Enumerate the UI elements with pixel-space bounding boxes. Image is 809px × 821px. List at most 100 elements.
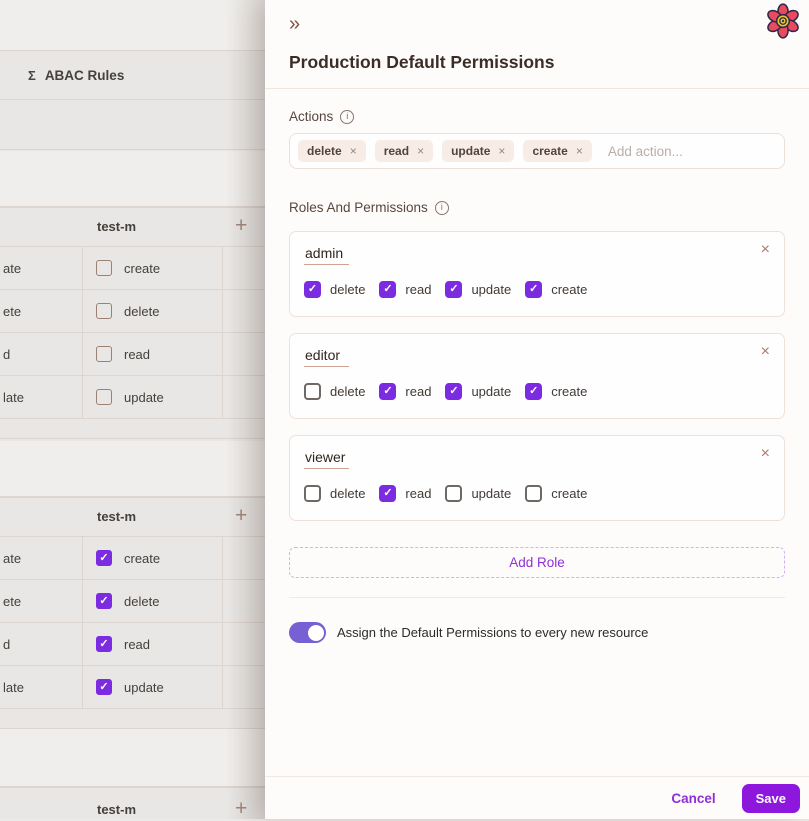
title-divider: [265, 88, 809, 89]
permission-option[interactable]: delete: [304, 281, 365, 298]
row-label: delete: [124, 594, 160, 609]
cancel-button[interactable]: Cancel: [665, 790, 721, 807]
permission-label: update: [471, 486, 512, 501]
row-cut-label: ate: [3, 261, 22, 276]
permission-option[interactable]: update: [445, 485, 511, 502]
table-title: test-m: [97, 219, 137, 234]
role-name-input[interactable]: admin: [304, 243, 349, 265]
checkbox[interactable]: [379, 485, 397, 502]
permission-label: read: [405, 384, 432, 399]
row-label: read: [124, 347, 151, 362]
permission-option[interactable]: read: [379, 281, 431, 298]
checkbox[interactable]: [525, 485, 543, 502]
add-action-input[interactable]: [605, 142, 787, 160]
toggle-label: Assign the Default Permissions to every …: [337, 625, 649, 640]
permission-option[interactable]: create: [525, 485, 587, 502]
tag-label: create: [532, 144, 568, 158]
checkbox[interactable]: [304, 383, 321, 400]
background-page: Σ ABAC Rules test-m + ate create ete del…: [0, 0, 265, 820]
permission-option[interactable]: delete: [304, 485, 365, 502]
checkbox[interactable]: [445, 383, 463, 400]
row-cut-label: late: [3, 680, 24, 695]
permission-checkbox[interactable]: [96, 303, 112, 319]
roles-label: Roles And Permissions: [289, 200, 428, 215]
table-title: test-m: [97, 509, 137, 524]
roles-label-row: Roles And Permissions i: [289, 200, 785, 215]
action-tag: create ×: [523, 140, 592, 162]
row-cut-label: d: [3, 637, 11, 652]
row-label: delete: [124, 304, 160, 319]
row-label: create: [124, 261, 161, 276]
remove-role-icon[interactable]: ×: [761, 446, 770, 462]
section-divider: [289, 597, 785, 598]
actions-tag-input[interactable]: delete × read × update × create ×: [289, 133, 787, 169]
permission-checkbox[interactable]: [96, 346, 112, 362]
toggle-knob: [307, 624, 324, 641]
row-cut-label: ete: [3, 304, 22, 319]
permission-label: update: [471, 282, 512, 297]
checkbox[interactable]: [304, 281, 321, 298]
actions-label: Actions: [289, 109, 334, 124]
checkbox[interactable]: [445, 281, 463, 298]
panel-shadow: [225, 0, 265, 819]
permission-label: update: [471, 384, 512, 399]
checkbox[interactable]: [379, 383, 397, 400]
sigma-icon: Σ: [28, 67, 36, 83]
remove-tag-icon[interactable]: ×: [350, 144, 357, 158]
abac-rules-title: ABAC Rules: [44, 67, 125, 83]
permission-option[interactable]: create: [525, 383, 587, 400]
permission-option[interactable]: delete: [304, 383, 365, 400]
checkbox[interactable]: [304, 485, 321, 502]
remove-tag-icon[interactable]: ×: [498, 144, 505, 158]
panel-body: » Production Default Permissions Actions…: [265, 0, 809, 776]
row-label: create: [124, 551, 161, 566]
permission-row: delete read update create: [304, 485, 770, 502]
permission-label: read: [405, 486, 432, 501]
permission-label: read: [405, 282, 432, 297]
tag-label: delete: [307, 144, 342, 158]
permission-checkbox[interactable]: [96, 550, 112, 566]
checkbox[interactable]: [525, 281, 543, 298]
row-cut-label: ete: [3, 594, 22, 609]
collapse-panel-icon[interactable]: »: [289, 14, 313, 34]
permission-checkbox[interactable]: [96, 593, 112, 609]
remove-tag-icon[interactable]: ×: [417, 144, 424, 158]
add-role-button[interactable]: Add Role: [289, 547, 785, 578]
permission-option[interactable]: update: [445, 383, 511, 400]
checkbox[interactable]: [525, 383, 543, 400]
permission-checkbox[interactable]: [96, 260, 112, 276]
page-title: Production Default Permissions: [289, 52, 555, 72]
permission-label: delete: [330, 384, 366, 399]
brand-flower-logo: [767, 3, 799, 39]
remove-role-icon[interactable]: ×: [761, 344, 770, 360]
checkbox[interactable]: [445, 485, 463, 502]
permission-checkbox[interactable]: [96, 389, 112, 405]
action-tag: delete ×: [298, 140, 366, 162]
info-icon[interactable]: i: [434, 200, 449, 215]
remove-role-icon[interactable]: ×: [761, 242, 770, 258]
row-cut-label: ate: [3, 551, 22, 566]
role-name-input[interactable]: editor: [304, 345, 349, 367]
remove-tag-icon[interactable]: ×: [576, 144, 583, 158]
save-button[interactable]: Save: [741, 783, 800, 813]
toggle-switch[interactable]: [289, 622, 326, 643]
info-icon[interactable]: i: [340, 109, 355, 124]
tag-label: update: [451, 144, 491, 158]
permission-checkbox[interactable]: [96, 636, 112, 652]
permission-option[interactable]: create: [525, 281, 587, 298]
permission-label: create: [551, 282, 588, 297]
role-name-input[interactable]: viewer: [304, 447, 349, 469]
row-cut-label: late: [3, 390, 24, 405]
action-tag: read ×: [374, 140, 434, 162]
permission-option[interactable]: read: [379, 383, 431, 400]
row-label: read: [124, 637, 151, 652]
tag-label: read: [383, 144, 410, 158]
permission-checkbox[interactable]: [96, 679, 112, 695]
table-title: test-m: [97, 802, 137, 817]
default-permissions-toggle-row: Assign the Default Permissions to every …: [289, 622, 785, 643]
default-permissions-panel: » Production Default Permissions Actions…: [265, 0, 809, 819]
permission-option[interactable]: read: [379, 485, 431, 502]
permission-option[interactable]: update: [445, 281, 511, 298]
checkbox[interactable]: [379, 281, 397, 298]
action-tag: update ×: [442, 140, 515, 162]
